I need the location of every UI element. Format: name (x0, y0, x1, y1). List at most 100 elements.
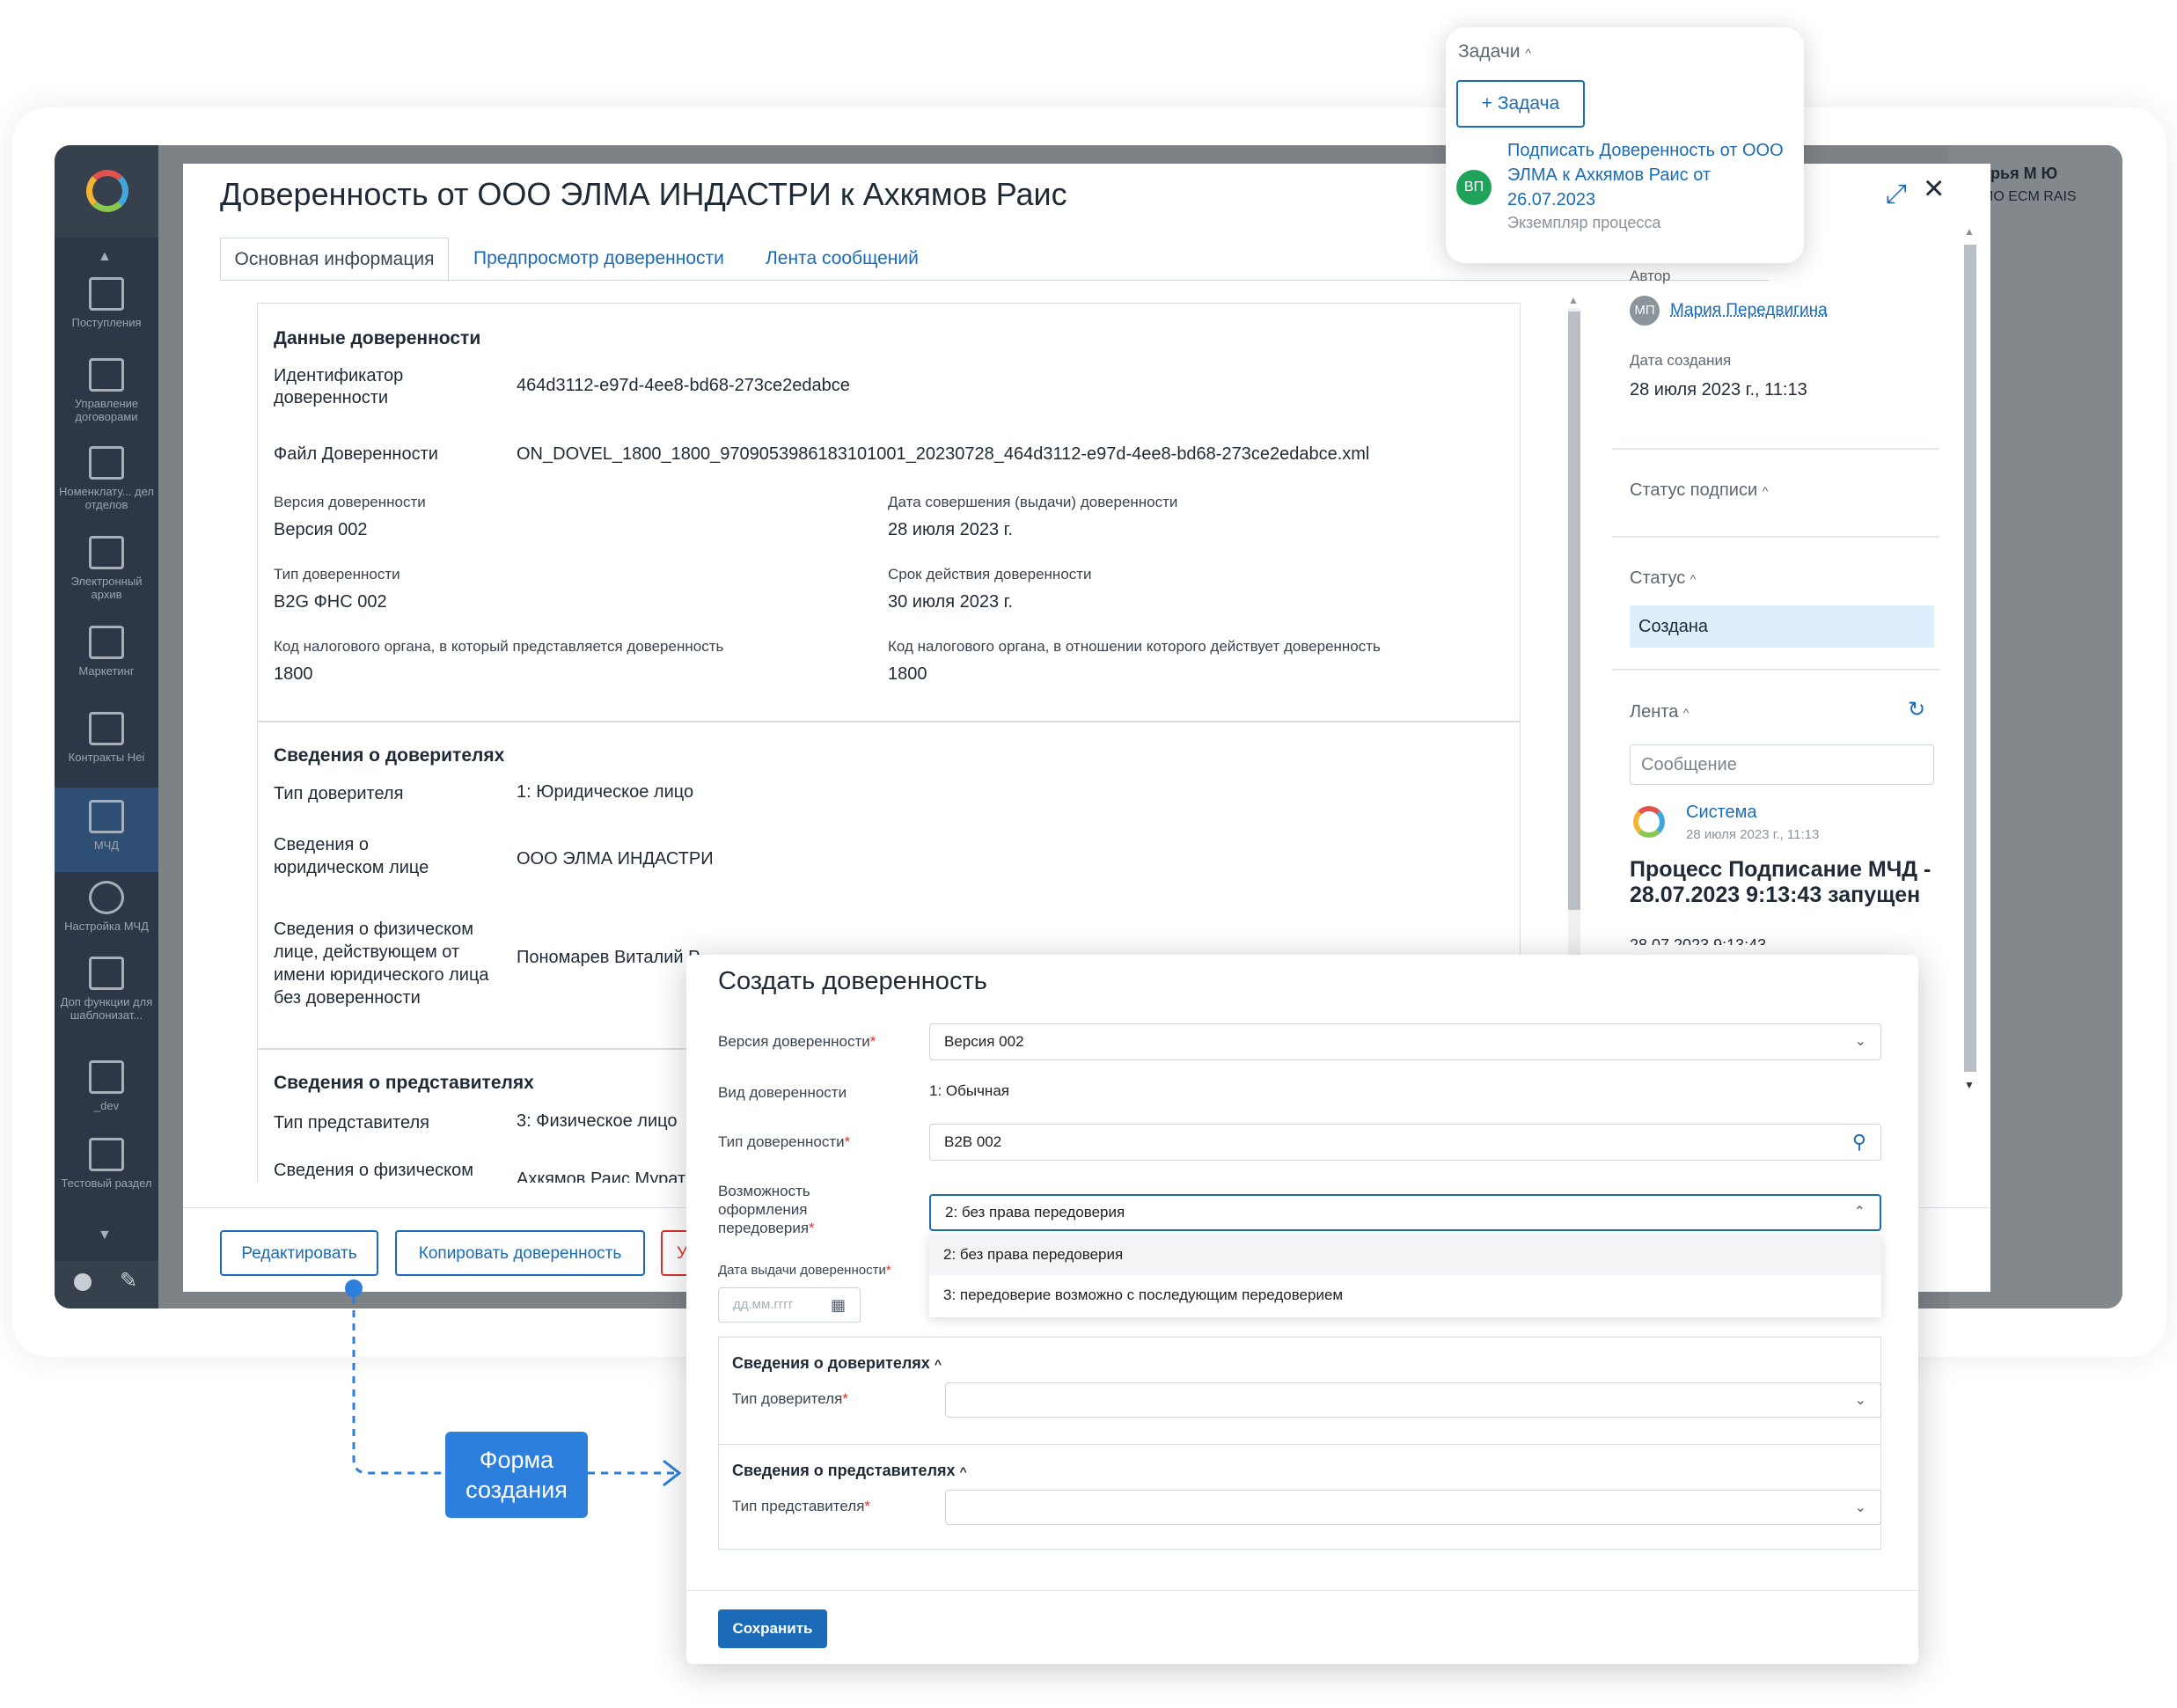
issue-date-input[interactable]: дд.мм.гггг ▦ (718, 1287, 861, 1323)
wrench-icon[interactable]: ✎ (120, 1268, 137, 1294)
sidebar-item-label: Тестовый раздел (61, 1177, 152, 1190)
principal-type-label: Тип доверителя (274, 784, 404, 803)
search-icon[interactable]: ⚲ (1852, 1125, 1866, 1160)
type-input[interactable]: B2B 002 ⚲ (929, 1124, 1881, 1161)
chevron-down-icon: ⌄ (1854, 1034, 1866, 1049)
gear-icon (89, 881, 124, 914)
dropdown-option[interactable]: 2: без права передоверия (929, 1235, 1881, 1275)
redelegation-dropdown: 2: без права передоверия 3: передоверие … (929, 1235, 1881, 1317)
sidebar-item-marketing[interactable]: Маркетинг (55, 626, 158, 678)
status-toggle[interactable]: Статус ^ (1630, 568, 1696, 589)
kind-value: 1: Обычная (929, 1082, 1009, 1099)
sidebar-item-label: _dev (93, 1099, 120, 1112)
person-link[interactable]: Пономарев Виталий Р (517, 948, 700, 968)
info-scrollbar[interactable]: ▲ ▼ (1961, 225, 1980, 1096)
divider (1612, 669, 1939, 671)
sidebar-item-label: Номенклату... дел отделов (58, 485, 155, 511)
scroll-down-icon[interactable]: ▼ (98, 1228, 112, 1243)
tax-code2-value: 1800 (888, 664, 927, 684)
tasks-toggle[interactable]: Задачи ^ (1458, 41, 1531, 62)
version-label: Версия доверенности (274, 494, 426, 510)
principal-type-select[interactable]: ⌄ (945, 1382, 1881, 1418)
books-icon (89, 446, 124, 480)
refresh-icon[interactable]: ↻ (1908, 697, 1925, 722)
legal-entity-link[interactable]: ООО ЭЛМА ИНДАСТРИ (517, 849, 714, 869)
archive-box-icon (89, 1138, 124, 1171)
sidebar-item-label: Поступления (71, 316, 142, 329)
type-link[interactable]: B2G ФНС 002 (274, 592, 387, 612)
poa-data-section: Данные доверенности Идентификатор довере… (257, 303, 1521, 722)
elma-logo-icon[interactable] (86, 170, 128, 212)
sidebar-item-mchd-settings[interactable]: Настройка МЧД (55, 881, 158, 933)
created-value: 28 июля 2023 г., 11:13 (1630, 380, 1807, 400)
sidebar-item-template-functions[interactable]: Доп функции для шаблонизат... (55, 957, 158, 1022)
created-label: Дата создания (1630, 352, 1732, 369)
chevron-up-icon: ^ (1690, 572, 1697, 586)
representative-person-link[interactable]: Ахкямов Раис Мурат (517, 1169, 685, 1183)
user-org: МО ECM RAIS (1982, 189, 2077, 204)
principals-toggle[interactable]: Сведения о доверителях ^ (732, 1354, 942, 1373)
validity-label: Срок действия доверенности (888, 566, 1092, 583)
task-link[interactable]: Подписать Доверенность от ООО ЭЛМА к Ахк… (1507, 138, 1791, 212)
archive-box-icon (89, 712, 124, 745)
section-title: Данные доверенности (274, 328, 481, 348)
person-label: Сведения о физическом лице, действующем … (274, 920, 489, 1008)
sidebar-item-nomenclature[interactable]: Номенклату... дел отделов (55, 446, 158, 511)
date-placeholder: дд.мм.гггг (733, 1297, 794, 1312)
feed-message-text: Процесс Подписание МЧД - 28.07.2023 9:13… (1630, 857, 1931, 907)
chevron-up-icon: ^ (1762, 484, 1769, 498)
sidebar: ▲ Поступления Управление договорами Номе… (55, 145, 158, 1308)
principal-type-field-label: Тип доверителя* (732, 1390, 848, 1407)
representatives-toggle[interactable]: Сведения о представителях ^ (732, 1462, 967, 1480)
sidebar-item-mchd[interactable]: МЧД (55, 788, 158, 872)
version-field-label: Версия доверенности* (718, 1033, 876, 1050)
tab-message-feed[interactable]: Лента сообщений (766, 238, 919, 280)
chevron-up-icon: ^ (1525, 46, 1531, 60)
sign-status-toggle[interactable]: Статус подписи ^ (1630, 480, 1768, 501)
add-task-button[interactable]: + Задача (1456, 80, 1585, 128)
chevron-up-icon: ^ (934, 1357, 942, 1371)
file-link[interactable]: ON_DOVEL_1800_1800_9709053986183101001_2… (517, 444, 1369, 465)
issue-date-value: 28 июля 2023 г. (888, 520, 1014, 539)
message-input[interactable]: Сообщение (1630, 744, 1934, 785)
legal-entity-label: Сведения о юридическом лице (274, 835, 429, 877)
principals-title: Сведения о доверителях (732, 1354, 930, 1372)
chevron-up-icon: ⌃ (1853, 1205, 1865, 1220)
tab-preview[interactable]: Предпросмотр доверенности (473, 238, 724, 280)
divider (1612, 536, 1939, 538)
section-title: Сведения о представителях (274, 1073, 534, 1093)
representative-type-field-label: Тип представителя* (732, 1498, 871, 1514)
author-avatar[interactable]: МП (1630, 296, 1660, 326)
representatives-title: Сведения о представителях (732, 1462, 956, 1479)
status-label: Статус (1630, 568, 1686, 588)
representative-type-select[interactable]: ⌄ (945, 1490, 1881, 1525)
identifier-label: Идентификатор доверенности (274, 366, 404, 407)
issue-date-label: Дата совершения (выдачи) доверенности (888, 494, 1178, 510)
feed-label: Лента (1630, 702, 1679, 722)
scroll-up-icon[interactable]: ▲ (98, 249, 112, 265)
archive-box-icon (89, 1060, 124, 1094)
tab-main-info[interactable]: Основная информация (220, 238, 449, 280)
sidebar-item-contracts-management[interactable]: Управление договорами (55, 358, 158, 423)
calendar-icon[interactable]: ▦ (831, 1288, 846, 1322)
sidebar-item-test-section[interactable]: Тестовый раздел (55, 1138, 158, 1190)
sidebar-item-dev[interactable]: _dev (55, 1060, 158, 1112)
document-scrollbar[interactable]: ▲ (1565, 294, 1584, 1051)
save-button[interactable]: Сохранить (718, 1609, 827, 1648)
sidebar-item-e-archive[interactable]: Электронный архив (55, 536, 158, 601)
feed-toggle[interactable]: Лента ^ (1630, 702, 1690, 722)
dropdown-option[interactable]: 3: передоверие возможно с последующим пе… (929, 1275, 1881, 1316)
redelegation-select[interactable]: 2: без права передоверия ⌃ (929, 1194, 1881, 1231)
user-name[interactable]: арья М Ю (1982, 165, 2057, 183)
server-icon (89, 536, 124, 569)
close-icon[interactable]: × (1924, 169, 1944, 209)
version-select[interactable]: Версия 002 ⌄ (929, 1023, 1881, 1060)
expand-icon[interactable]: ⤢ (1886, 180, 1907, 209)
feed-author-link[interactable]: Система (1686, 803, 1757, 823)
sidebar-item-incoming[interactable]: Поступления (55, 277, 158, 329)
sidebar-item-contracts-hei[interactable]: Контракты Hei (55, 712, 158, 764)
plus-circle-icon[interactable] (74, 1273, 92, 1291)
type-label: Тип доверенности (274, 566, 400, 583)
author-link[interactable]: Мария Передвигина (1670, 301, 1828, 320)
divider (686, 1590, 1918, 1591)
